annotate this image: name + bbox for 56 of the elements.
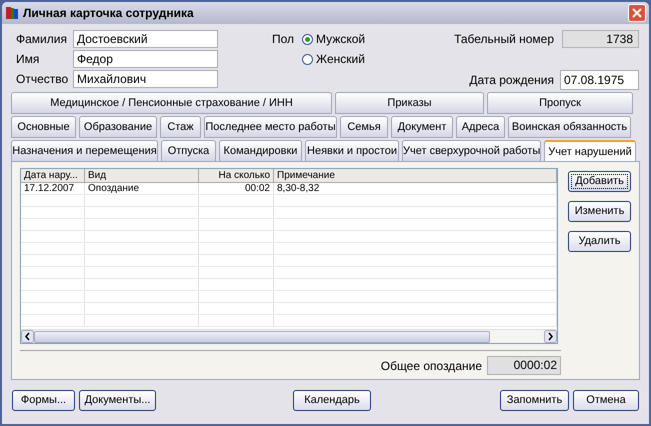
- tab[interactable]: Учет нарушений: [544, 140, 636, 162]
- horizontal-scrollbar[interactable]: [21, 329, 557, 343]
- scroll-thumb[interactable]: [34, 330, 490, 342]
- tab[interactable]: Приказы: [335, 92, 484, 114]
- table-cell-text: 8,30-8,32: [277, 183, 320, 195]
- push-button[interactable]: Отмена: [573, 390, 639, 411]
- tab[interactable]: Неявки и простои: [305, 140, 399, 162]
- push-button[interactable]: Формы...: [12, 390, 75, 411]
- tab[interactable]: Образование: [79, 116, 157, 138]
- push-button[interactable]: Изменить: [568, 201, 631, 222]
- tab[interactable]: Учет сверхурочной работы: [402, 140, 541, 162]
- tab[interactable]: Отпуска: [161, 140, 216, 162]
- push-button[interactable]: Добавить: [568, 171, 631, 192]
- column-header[interactable]: Дата нару...: [21, 169, 85, 183]
- total-field: 0000:02: [487, 356, 561, 375]
- total-label: Общее опоздание: [380, 358, 482, 374]
- text-field[interactable]: Михайлович: [73, 70, 218, 88]
- push-button[interactable]: Документы...: [79, 390, 156, 411]
- tab[interactable]: Документ: [391, 116, 453, 138]
- number-field: 1738: [562, 30, 639, 48]
- close-button[interactable]: [628, 4, 646, 22]
- table-cell-text: 00:02: [244, 183, 270, 195]
- field-label: Дата рождения: [469, 72, 554, 89]
- date-field[interactable]: 07.08.1975: [560, 70, 639, 90]
- tab[interactable]: Адреса: [456, 116, 505, 138]
- text-field[interactable]: Достоевский: [73, 30, 218, 48]
- column-header[interactable]: Примечание: [274, 169, 557, 183]
- field-label: Отчество: [15, 71, 70, 88]
- tab[interactable]: Семья: [340, 116, 388, 138]
- radio-button[interactable]: Мужской: [302, 30, 366, 48]
- push-button[interactable]: Удалить: [568, 231, 631, 252]
- field-label: Фамилия: [15, 31, 68, 48]
- push-button[interactable]: Запомнить: [500, 390, 569, 411]
- column-header[interactable]: Вид: [85, 169, 199, 183]
- tab[interactable]: Основные: [11, 116, 76, 138]
- scroll-left-icon[interactable]: [21, 330, 34, 343]
- tab[interactable]: Воинская обязанность: [508, 116, 631, 138]
- app-icon: [5, 6, 19, 20]
- push-button[interactable]: Календарь: [293, 390, 371, 411]
- tab[interactable]: Последнее место работы: [204, 116, 337, 138]
- tab[interactable]: Назначения и перемещения: [11, 140, 158, 162]
- scroll-right-icon[interactable]: [544, 330, 557, 343]
- tab[interactable]: Стаж: [160, 116, 201, 138]
- text-field[interactable]: Федор: [73, 50, 218, 68]
- gender-label: Пол: [272, 31, 294, 48]
- table-cell-text: 17.12.2007: [24, 183, 76, 195]
- radio-button[interactable]: Женский: [302, 50, 366, 68]
- field-label: Табельный номер: [454, 31, 554, 48]
- close-icon: [632, 8, 642, 18]
- column-header[interactable]: На сколько: [199, 169, 274, 183]
- window-title: Личная карточка сотрудника: [23, 5, 195, 22]
- tab[interactable]: Пропуск: [487, 92, 633, 114]
- table-cell-text: Опоздание: [88, 183, 140, 195]
- field-label: Имя: [15, 51, 40, 68]
- tab[interactable]: Медицинское / Пенсионные страхование / ИНН: [11, 92, 332, 114]
- tab[interactable]: Командировки: [219, 140, 302, 162]
